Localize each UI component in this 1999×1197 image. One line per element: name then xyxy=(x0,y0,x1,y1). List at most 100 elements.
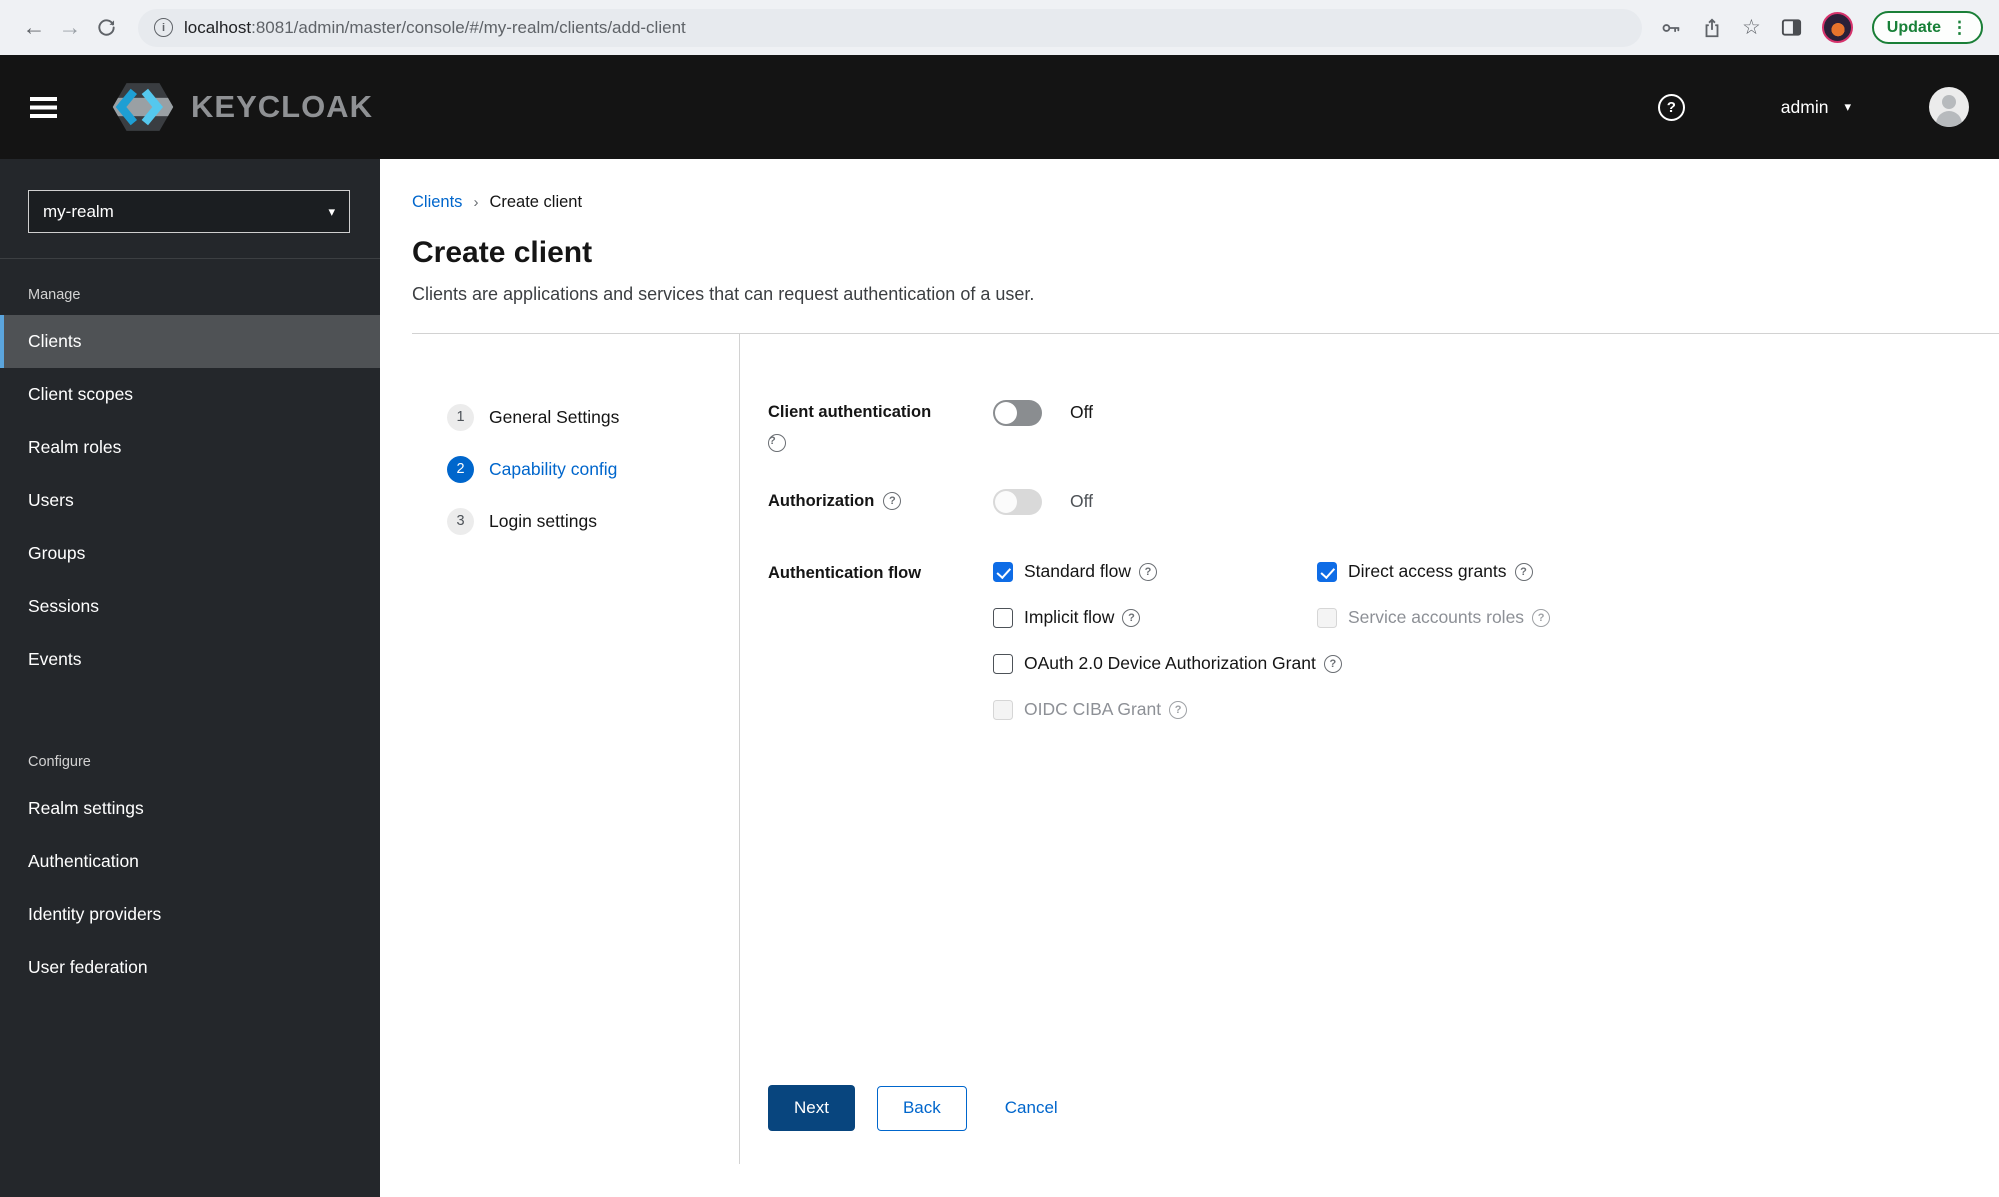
checkbox-service-accounts-roles: Service accounts roles ? xyxy=(1317,607,1551,628)
username: admin xyxy=(1780,96,1829,117)
sidebar-item-label: User federation xyxy=(28,957,148,977)
url-text[interactable]: localhost:8081/admin/master/console/#/my… xyxy=(184,18,686,38)
authorization-label: Authorization xyxy=(768,492,875,510)
sidebar-item-realm-settings[interactable]: Realm settings xyxy=(0,782,380,835)
standard-flow-help-icon[interactable]: ? xyxy=(1139,562,1158,581)
checkbox-label: OIDC CIBA Grant xyxy=(1024,699,1162,719)
oidc-ciba-grant-help-icon[interactable]: ? xyxy=(1169,700,1188,719)
sidebar-item-label: Identity providers xyxy=(28,904,162,924)
checkbox-box[interactable] xyxy=(993,653,1013,674)
sidebar-item-sessions[interactable]: Sessions xyxy=(0,580,380,633)
address-bar[interactable]: i localhost:8081/admin/master/console/#/… xyxy=(138,8,1642,47)
step-label: Login settings xyxy=(489,510,597,531)
authorization-state: Off xyxy=(1070,491,1094,511)
sidebar-item-events[interactable]: Events xyxy=(0,633,380,686)
sidebar-item-label: Authentication xyxy=(28,851,139,871)
password-key-icon[interactable] xyxy=(1660,17,1682,39)
authentication-flow-row: Authentication flow Standard flow ? Dire… xyxy=(768,561,1999,720)
implicit-flow-help-icon[interactable]: ? xyxy=(1122,608,1141,627)
browser-profile-avatar[interactable] xyxy=(1821,12,1853,43)
page-subtitle: Clients are applications and services th… xyxy=(412,284,1035,304)
breadcrumb-clients-link[interactable]: Clients xyxy=(412,193,462,212)
checkbox-box[interactable] xyxy=(993,561,1013,582)
sidebar-item-identity-providers[interactable]: Identity providers xyxy=(0,888,380,941)
sidebar-item-clients[interactable]: Clients xyxy=(0,315,380,368)
wizard-step-capability-config[interactable]: 2 Capability config xyxy=(412,443,739,495)
side-panel-icon[interactable] xyxy=(1780,16,1803,39)
checkbox-label: Standard flow xyxy=(1024,561,1132,581)
sidebar-item-client-scopes[interactable]: Client scopes xyxy=(0,368,380,421)
checkbox-label: Service accounts roles xyxy=(1348,607,1525,627)
wizard-actions: Next Back Cancel xyxy=(768,1085,1999,1131)
direct-access-grants-help-icon[interactable]: ? xyxy=(1514,562,1533,581)
nav-toggle-hamburger-icon[interactable] xyxy=(30,96,57,118)
step-number: 2 xyxy=(447,455,474,483)
url-path: :8081/admin/master/console/#/my-realm/cl… xyxy=(251,17,686,37)
nav-section-title: Configure xyxy=(28,754,91,770)
wizard-steps: 1 General Settings 2 Capability config 3… xyxy=(412,334,740,1164)
keycloak-logo: KEYCLOAK xyxy=(99,79,373,135)
step-label: Capability config xyxy=(489,458,618,479)
toggle-knob xyxy=(995,491,1017,513)
sidebar-item-users[interactable]: Users xyxy=(0,474,380,527)
client-authentication-state: Off xyxy=(1070,402,1094,422)
user-menu[interactable]: admin ▾ xyxy=(1781,97,1851,118)
wizard-step-login-settings[interactable]: 3 Login settings xyxy=(412,495,739,547)
realm-selector[interactable]: my-realm ▾ xyxy=(28,190,350,233)
browser-menu-kebab-icon[interactable]: ⋮ xyxy=(1951,19,1968,36)
sidebar-item-label: Realm settings xyxy=(28,798,144,818)
sidebar-item-authentication[interactable]: Authentication xyxy=(0,835,380,888)
checkbox-implicit-flow[interactable]: Implicit flow ? xyxy=(993,607,1317,628)
user-avatar[interactable] xyxy=(1929,87,1969,127)
toggle-knob xyxy=(995,402,1017,424)
cancel-button[interactable]: Cancel xyxy=(1005,1086,1058,1130)
checkbox-direct-access-grants[interactable]: Direct access grants ? xyxy=(1317,561,1550,582)
checkbox-label: OAuth 2.0 Device Authorization Grant xyxy=(1024,653,1316,673)
sidebar-item-label: Groups xyxy=(28,543,86,563)
capability-config-form: Client authentication ? Off Authorizatio… xyxy=(740,334,1999,1164)
sidebar-item-label: Clients xyxy=(28,331,82,351)
browser-refresh-icon[interactable] xyxy=(88,10,124,46)
chrome-update-button[interactable]: Update ⋮ xyxy=(1871,11,1983,44)
next-button[interactable]: Next xyxy=(768,1085,855,1131)
site-info-icon[interactable]: i xyxy=(154,18,173,37)
realm-name: my-realm xyxy=(43,201,114,221)
checkbox-box[interactable] xyxy=(1317,561,1337,582)
checkbox-oauth-device-grant[interactable]: OAuth 2.0 Device Authorization Grant ? xyxy=(993,653,1550,674)
help-icon[interactable]: ? xyxy=(1657,93,1685,121)
checkbox-label: Direct access grants xyxy=(1348,561,1507,581)
client-authentication-help-icon[interactable]: ? xyxy=(768,434,786,452)
chevron-down-icon: ▾ xyxy=(1844,99,1851,114)
browser-actions: ☆ Update ⋮ xyxy=(1660,11,1983,44)
checkbox-box[interactable] xyxy=(993,607,1013,628)
client-authentication-label: Client authentication xyxy=(768,403,932,421)
sidebar-item-user-federation[interactable]: User federation xyxy=(0,941,380,994)
authorization-row: Authorization? Off xyxy=(768,489,1999,515)
checkbox-standard-flow[interactable]: Standard flow ? xyxy=(993,561,1317,582)
brand-wordmark: KEYCLOAK xyxy=(191,89,373,124)
nav-section-title: Manage xyxy=(28,287,81,303)
oauth-device-grant-help-icon[interactable]: ? xyxy=(1323,654,1342,673)
step-label: General Settings xyxy=(489,406,620,427)
sidebar-item-label: Events xyxy=(28,649,82,669)
client-authentication-toggle[interactable] xyxy=(993,400,1042,426)
nav-section-manage: Manage Clients Client scopes Realm roles… xyxy=(0,259,380,686)
browser-back-icon[interactable]: ← xyxy=(16,10,52,46)
sidebar-item-realm-roles[interactable]: Realm roles xyxy=(0,421,380,474)
authorization-help-icon[interactable]: ? xyxy=(883,491,902,510)
service-accounts-roles-help-icon[interactable]: ? xyxy=(1532,608,1551,627)
authorization-toggle[interactable] xyxy=(993,489,1042,515)
client-authentication-row: Client authentication ? Off xyxy=(768,400,1999,452)
update-label: Update xyxy=(1886,18,1941,36)
wizard-step-general-settings[interactable]: 1 General Settings xyxy=(412,391,739,443)
chevron-down-icon: ▾ xyxy=(328,203,335,219)
share-icon[interactable] xyxy=(1701,17,1723,39)
main-content: Clients › Create client Create client Cl… xyxy=(380,159,1999,1197)
bookmark-star-icon[interactable]: ☆ xyxy=(1742,17,1761,38)
authentication-flow-label: Authentication flow xyxy=(768,564,922,582)
back-button[interactable]: Back xyxy=(876,1085,967,1131)
browser-forward-icon[interactable]: → xyxy=(52,10,88,46)
masthead-right: ? admin ▾ xyxy=(1657,87,1969,127)
sidebar-item-groups[interactable]: Groups xyxy=(0,527,380,580)
nav-section-configure: Configure Realm settings Authentication … xyxy=(0,726,380,994)
